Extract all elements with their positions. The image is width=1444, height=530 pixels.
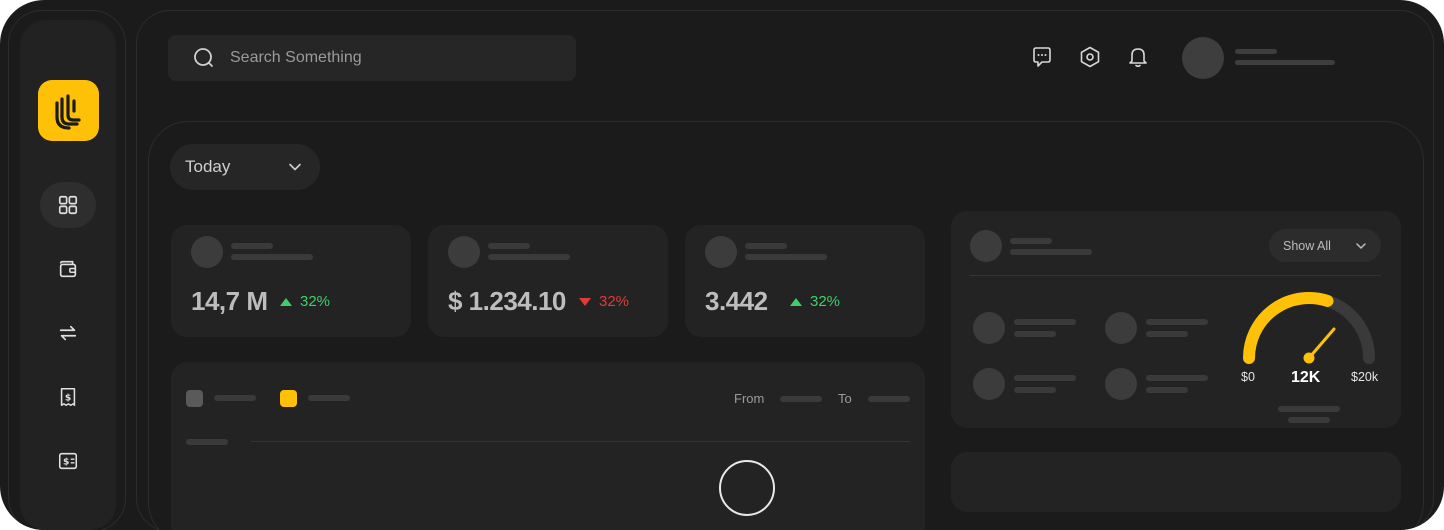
- stat-card-1[interactable]: 14,7 M 32%: [171, 225, 411, 337]
- user-avatar[interactable]: [1182, 37, 1224, 79]
- chart-panel: From To: [171, 362, 925, 530]
- stat-subtitle-placeholder: [231, 254, 313, 260]
- gauge-needle: [1307, 327, 1336, 360]
- chat-icon[interactable]: [1030, 45, 1054, 69]
- item-value-placeholder: [1014, 387, 1056, 393]
- chevron-down-icon: [289, 163, 301, 171]
- item-icon-placeholder: [973, 368, 1005, 400]
- wallet-icon: [59, 260, 77, 278]
- from-label: From: [734, 391, 765, 406]
- grid-line: [251, 441, 910, 442]
- svg-text:$: $: [63, 457, 69, 468]
- stat-value: 3.442: [705, 286, 768, 316]
- stat-icon-placeholder: [191, 236, 223, 268]
- triangle-up-icon: [790, 297, 802, 306]
- item-value-placeholder: [1146, 387, 1188, 393]
- brand-logo-icon: [54, 93, 81, 130]
- period-selected: Today: [185, 157, 231, 176]
- gauge-caption-placeholder: [1288, 417, 1330, 423]
- bell-icon[interactable]: [1126, 45, 1150, 69]
- from-date-placeholder[interactable]: [780, 396, 822, 402]
- stat-value: 14,7 M: [191, 286, 268, 316]
- receipt-dollar-icon: $: [60, 387, 76, 407]
- show-all-dropdown[interactable]: Show All: [1269, 229, 1381, 262]
- stat-icon-placeholder: [705, 236, 737, 268]
- to-label: To: [838, 391, 852, 406]
- stat-card-3[interactable]: 3.442 32%: [685, 225, 925, 337]
- period-dropdown[interactable]: Today: [170, 144, 320, 190]
- item-icon-placeholder: [1105, 312, 1137, 344]
- dashboard-grid-icon: [58, 195, 78, 215]
- to-date-placeholder[interactable]: [868, 396, 910, 402]
- gauge-chart: [1243, 292, 1375, 364]
- sidebar-item-transfer[interactable]: [40, 310, 96, 356]
- stat-subtitle-placeholder: [488, 254, 570, 260]
- chevron-down-icon: [1356, 243, 1366, 250]
- panel-subtitle-placeholder: [1010, 249, 1092, 255]
- user-role-placeholder: [1235, 60, 1335, 65]
- gauge-value: 12K: [1291, 369, 1321, 386]
- item-icon-placeholder: [973, 312, 1005, 344]
- stat-title-placeholder: [231, 243, 273, 249]
- show-all-label: Show All: [1283, 238, 1331, 253]
- item-label-placeholder: [1014, 375, 1076, 381]
- stat-subtitle-placeholder: [745, 254, 827, 260]
- stat-title-placeholder: [488, 243, 530, 249]
- panel-icon-placeholder: [970, 230, 1002, 262]
- item-icon-placeholder: [1105, 368, 1137, 400]
- transfer-arrows-icon: [59, 325, 77, 341]
- stat-icon-placeholder: [448, 236, 480, 268]
- triangle-up-icon: [280, 297, 292, 306]
- search-icon: [194, 48, 213, 67]
- settings-hexagon-icon[interactable]: [1078, 45, 1102, 69]
- legend-label-placeholder: [214, 395, 256, 401]
- stat-change: 32%: [810, 293, 841, 310]
- chart-point-marker[interactable]: [719, 460, 775, 516]
- app-window: $ $ Search Something Today 14,7 M 32% $ …: [0, 0, 1444, 530]
- item-label-placeholder: [1014, 319, 1076, 325]
- legend-swatch-yellow: [280, 390, 297, 407]
- svg-text:$: $: [65, 393, 71, 404]
- panel-title-placeholder: [1010, 238, 1052, 244]
- sidebar-item-wallet[interactable]: [40, 246, 96, 292]
- triangle-down-icon: [579, 297, 591, 306]
- stat-change: 32%: [599, 293, 630, 310]
- item-value-placeholder: [1014, 331, 1056, 337]
- legend-label-placeholder: [308, 395, 350, 401]
- sidebar-item-exchange[interactable]: $: [40, 438, 96, 484]
- item-label-placeholder: [1146, 319, 1208, 325]
- gauge-caption-placeholder: [1278, 406, 1340, 412]
- bottom-right-card: [951, 452, 1401, 512]
- sidebar-item-dashboard[interactable]: [40, 182, 96, 228]
- item-label-placeholder: [1146, 375, 1208, 381]
- gauge-min-label: $0: [1241, 370, 1255, 384]
- stat-title-placeholder: [745, 243, 787, 249]
- stat-trend-up: 32%: [789, 293, 840, 310]
- stat-trend-up: 32%: [279, 293, 330, 310]
- dollar-exchange-icon: $: [58, 452, 78, 470]
- panel-divider: [970, 275, 1381, 276]
- gauge-needle-hub: [1303, 352, 1315, 364]
- search-bar[interactable]: Search Something: [168, 35, 576, 81]
- item-value-placeholder: [1146, 331, 1188, 337]
- stat-trend-down: 32%: [578, 293, 629, 310]
- user-name-placeholder: [1235, 49, 1277, 54]
- axis-label-placeholder: [186, 439, 228, 445]
- stat-value: $ 1.234.10: [448, 286, 566, 316]
- legend-swatch-gray: [186, 390, 203, 407]
- sidebar-item-invoices[interactable]: $: [40, 374, 96, 420]
- stat-card-2[interactable]: $ 1.234.10 32%: [428, 225, 668, 337]
- stat-change: 32%: [300, 293, 331, 310]
- search-input[interactable]: Search Something: [230, 49, 362, 67]
- gauge-max-label: $20k: [1351, 370, 1379, 384]
- gauge-track: [1243, 292, 1375, 364]
- app-logo[interactable]: [38, 80, 99, 141]
